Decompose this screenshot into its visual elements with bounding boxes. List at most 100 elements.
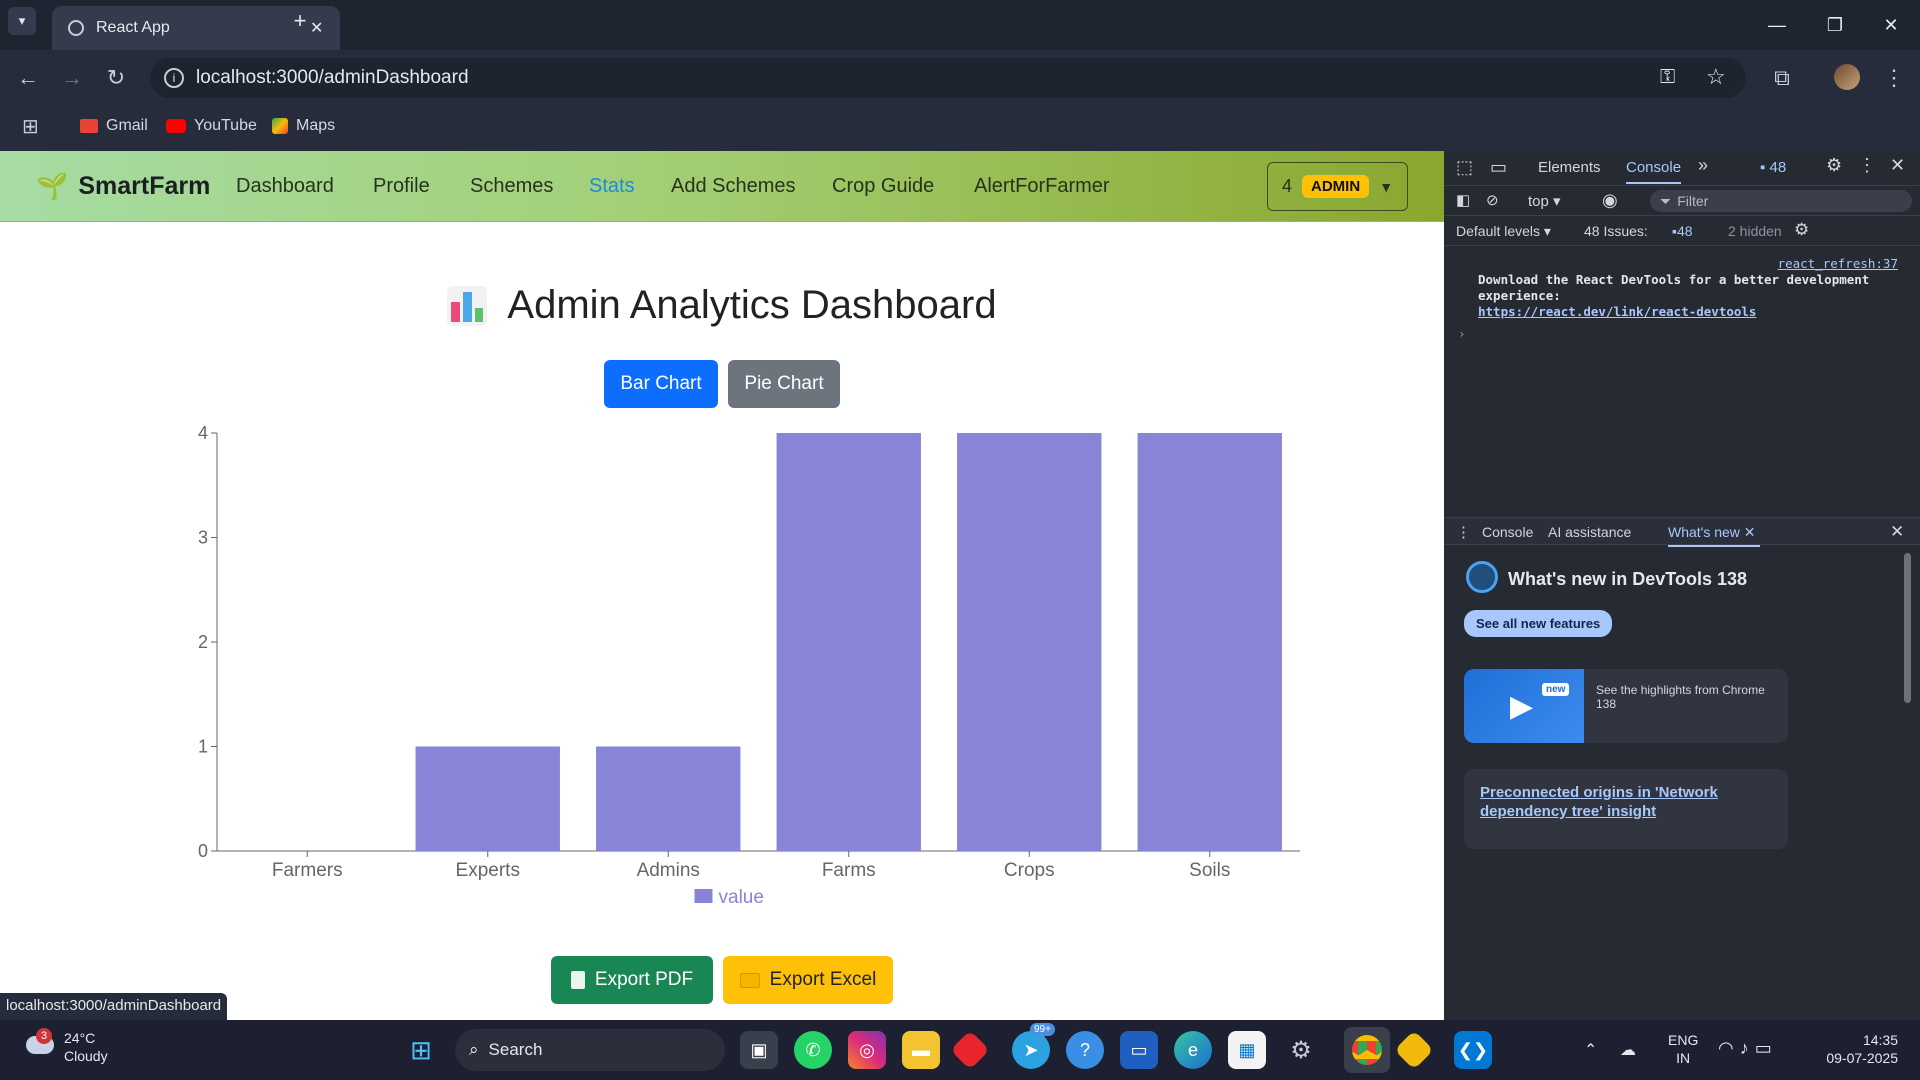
react-devtools-link[interactable]: https://react.dev/link/react-devtools [1478,304,1756,319]
vscode-icon[interactable]: ❮❯ [1454,1031,1492,1069]
device-toolbar-icon[interactable]: ▭ [1490,157,1507,178]
issues-label: 48 Issues: [1584,223,1648,239]
y-tick-label: 0 [198,841,208,861]
console-settings-icon[interactable]: ⚙ [1794,220,1809,240]
export-excel-button[interactable]: Export Excel [723,956,893,1004]
console-toolbar: ◧ ⊘ top ▾ ◉ ⏷ Filter [1444,186,1920,216]
export-pdf-button[interactable]: Export PDF [551,956,713,1004]
x-tick-label: Crops [1004,860,1055,881]
tab-list-dropdown-button[interactable]: ▾ [8,7,36,35]
video-thumbnail[interactable]: ▶ new [1464,669,1584,743]
tab-elements[interactable]: Elements [1538,159,1601,176]
close-devtools-icon[interactable]: ✕ [1890,155,1905,176]
y-tick-label: 1 [198,737,208,757]
issues-counter[interactable]: ▪ 48 [1760,159,1786,176]
battery-icon: ▭ [1754,1038,1778,1058]
drawer-tabs: ⋮ Console AI assistance What's new ✕ ✕ [1444,517,1920,547]
restore-button[interactable]: ❐ [1806,0,1864,50]
address-bar[interactable]: i localhost:3000/adminDashboard ⚿ ☆ [150,58,1746,98]
language-indicator[interactable]: ENG IN [1668,1031,1698,1067]
context-selector[interactable]: top ▾ [1528,192,1561,210]
settings-gear-icon[interactable]: ⚙ [1826,155,1842,176]
bookmark-star-icon[interactable]: ☆ [1706,64,1726,90]
see-all-features-button[interactable]: See all new features [1464,610,1613,637]
edge-icon[interactable]: e [1174,1031,1212,1069]
wifi-icon: ◠ [1718,1038,1740,1058]
wifi-volume-battery-icons[interactable]: ◠♪▭ [1718,1038,1778,1059]
x-tick-label: Soils [1189,860,1230,881]
chrome-taskbar-icon[interactable] [1344,1027,1390,1073]
console-prompt-chevron[interactable]: › [1458,326,1466,341]
devtools-menu-icon[interactable]: ⋮ [1858,155,1876,176]
close-window-button[interactable]: ✕ [1862,0,1920,50]
console-levels-row: Default levels ▾ 48 Issues: ▪48 2 hidden… [1444,216,1920,246]
sidebar-toggle-icon[interactable]: ◧ [1456,191,1470,209]
close-tab-icon[interactable]: ✕ [310,18,323,38]
highlights-card[interactable]: ▶ new See the highlights from Chrome 138 [1464,669,1788,743]
whats-new-title: What's new in DevTools 138 [1508,569,1748,589]
chrome-devtools-logo-icon [1466,561,1498,593]
telegram-badge: 99+ [1030,1023,1055,1036]
settings-app-icon[interactable]: ⚙ [1282,1031,1320,1069]
chrome-logo-icon [1352,1035,1382,1065]
forward-icon[interactable]: → [52,58,92,98]
new-tab-button[interactable]: + [288,8,312,34]
globe-icon [68,20,84,36]
volume-icon: ♪ [1739,1038,1755,1058]
more-tabs-icon[interactable]: » [1698,155,1708,176]
clock[interactable]: 14:35 09-07-2025 [1812,1031,1898,1067]
inspect-element-icon[interactable]: ⬚ [1456,157,1473,178]
weather-condition: Cloudy [64,1048,108,1064]
media-player-icon[interactable]: ▭ [1120,1031,1158,1069]
status-bubble-url: localhost:3000/adminDashboard [0,993,228,1020]
bookmark-gmail[interactable]: Gmail [80,112,148,140]
site-info-icon[interactable]: i [164,68,184,88]
preconnect-card[interactable]: Preconnected origins in 'Network depende… [1464,769,1788,849]
page-viewport: 🌱 SmartFarm Dashboard Profile Schemes St… [0,151,1444,1020]
bookmark-maps[interactable]: Maps [272,112,335,140]
bar-admins [596,746,741,851]
minimize-button[interactable]: — [1748,0,1806,50]
extensions-icon[interactable]: ⧉ [1762,58,1802,98]
drawer-scrollbar[interactable] [1904,553,1911,703]
weather-widget[interactable]: 3 24°C Cloudy [20,1028,150,1072]
log-levels-dropdown[interactable]: Default levels ▾ [1456,223,1551,240]
console-filter-input[interactable]: ⏷ Filter [1650,190,1912,212]
show-hidden-icons[interactable]: ⌃ [1584,1040,1597,1060]
devtools-main-tabs: ⬚ ▭ Elements Console » ▪ 48 ⚙ ⋮ ✕ [1444,151,1920,186]
drawer-tab-whats-new[interactable]: What's new ✕ [1668,524,1760,547]
drawer-tab-console[interactable]: Console [1482,524,1533,540]
reload-icon[interactable]: ↻ [96,58,136,98]
menu-kebab-icon[interactable]: ⋮ [1874,58,1914,98]
preconnect-link[interactable]: Preconnected origins in 'Network depende… [1480,783,1770,821]
search-icon: ⌕ [469,1040,479,1059]
x-tick-label: Admins [637,860,700,881]
apps-grid-icon[interactable]: ⊞ [22,112,39,140]
console-message-text: Download the React DevTools for a better… [1478,272,1870,319]
whatsapp-icon[interactable]: ✆ [794,1031,832,1069]
close-drawer-icon[interactable]: ✕ [1890,522,1904,542]
windows-start-icon[interactable]: ⊞ [402,1031,440,1069]
tab-title: React App [96,19,170,36]
live-expression-eye-icon[interactable]: ◉ [1602,190,1618,211]
profile-avatar[interactable] [1834,64,1860,90]
file-explorer-icon[interactable]: ▬ [902,1031,940,1069]
highlights-text: See the highlights from Chrome 138 [1596,683,1765,711]
telegram-icon[interactable]: ➤ 99+ [1012,1023,1055,1069]
tab-console[interactable]: Console [1626,159,1682,184]
back-icon[interactable]: ← [8,58,48,98]
clear-console-icon[interactable]: ⊘ [1486,191,1499,209]
issues-badge[interactable]: ▪48 [1672,223,1693,239]
console-source-link[interactable]: react_refresh:37 [1778,256,1898,271]
drawer-tab-ai-assistance[interactable]: AI assistance [1548,524,1631,540]
instagram-icon[interactable]: ◎ [848,1031,886,1069]
bookmark-youtube[interactable]: YouTube [166,112,257,140]
taskbar-search[interactable]: ⌕ Search [455,1029,725,1071]
drawer-menu-icon[interactable]: ⋮ [1456,523,1471,541]
password-key-icon[interactable]: ⚿ [1660,66,1675,89]
help-icon[interactable]: ? [1066,1031,1104,1069]
y-tick-label: 3 [198,528,208,548]
task-view-icon[interactable]: ▣ [740,1031,778,1069]
onedrive-cloud-icon[interactable]: ☁ [1620,1040,1636,1060]
microsoft-store-icon[interactable]: ▦ [1228,1031,1266,1069]
